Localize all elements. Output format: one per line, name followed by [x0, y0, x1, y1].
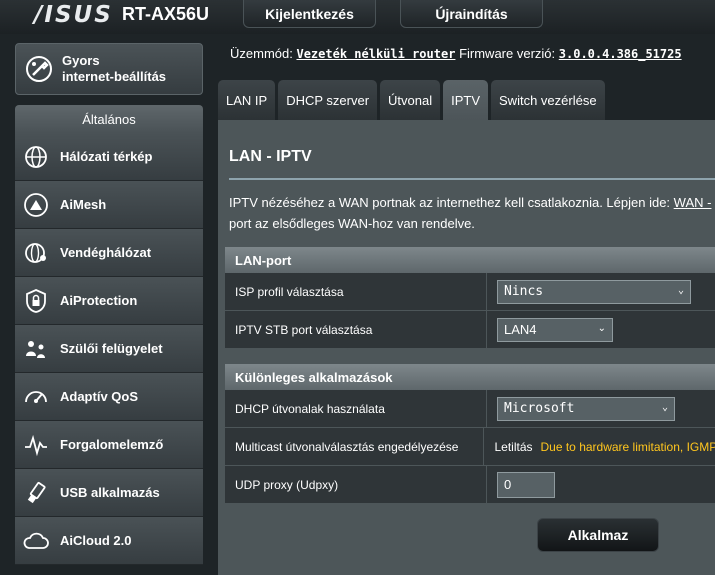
udp-proxy-row: UDP proxy (Udpxy) 0 [225, 466, 715, 504]
dhcp-routes-select[interactable]: Microsoft ⌄ [497, 396, 675, 421]
wizard-wrench-icon [24, 54, 54, 84]
chevron-down-icon: ⌄ [661, 401, 668, 413]
sidebar-item-network-map[interactable]: Hálózati térkép [15, 133, 203, 181]
reboot-button[interactable]: Újraindítás [400, 0, 543, 28]
wan-link[interactable]: WAN - [674, 195, 712, 210]
sidebar-item-aicloud[interactable]: AiCloud 2.0 [15, 517, 203, 565]
quick-setup-label: Gyors internet-beállítás [62, 53, 167, 84]
top-bar: /ISUS RT-AX56U Kijelentkezés Újraindítás [0, 0, 715, 34]
udp-proxy-label: UDP proxy (Udpxy) [225, 466, 487, 503]
mode-label: Üzemmód: [230, 46, 293, 61]
stb-port-row: IPTV STB port választása LAN4 ⌄ [225, 311, 715, 349]
isp-profile-label: ISP profil választása [225, 273, 487, 310]
tab-dhcp-server[interactable]: DHCP szerver [278, 80, 378, 120]
traffic-analyzer-icon [21, 430, 51, 460]
sidebar-item-usb-application[interactable]: USB alkalmazás [15, 469, 203, 517]
usb-icon [21, 478, 51, 508]
cloud-icon [21, 526, 51, 556]
page-title: LAN - IPTV [229, 148, 312, 165]
sidebar-item-guest-network[interactable]: Vendéghálózat [15, 229, 203, 277]
guest-network-icon [21, 238, 51, 268]
sidebar-item-traffic-analyzer[interactable]: Forgalomelemző [15, 421, 203, 469]
lan-tabs: LAN IP DHCP szerver Útvonal IPTV Switch … [218, 80, 608, 120]
sidebar-item-parental-control[interactable]: Szülői felügyelet [15, 325, 203, 373]
multicast-routing-row: Multicast útvonalválasztás engedélyezése… [225, 428, 715, 466]
firmware-version-link[interactable]: 3.0.0.4.386_51725 [559, 47, 682, 61]
logout-button[interactable]: Kijelentkezés [243, 0, 376, 28]
quick-internet-setup-button[interactable]: Gyors internet-beállítás [15, 43, 203, 95]
isp-profile-select[interactable]: Nincs ⌄ [497, 279, 691, 304]
model-name: RT-AX56U [122, 4, 210, 24]
multicast-status: Letiltás [494, 439, 533, 454]
dhcp-routes-label: DHCP útvonalak használata [225, 390, 487, 427]
sidebar-menu: Hálózati térkép AiMesh Vendéghálózat AiP… [15, 133, 203, 565]
sidebar-item-aiprotection[interactable]: AiProtection [15, 277, 203, 325]
tab-iptv[interactable]: IPTV [443, 80, 489, 120]
shield-lock-icon [21, 286, 51, 316]
tab-route[interactable]: Útvonal [380, 80, 441, 120]
parental-control-icon [21, 334, 51, 364]
dhcp-routes-row: DHCP útvonalak használata Microsoft ⌄ [225, 390, 715, 428]
sidebar-item-aimesh[interactable]: AiMesh [15, 181, 203, 229]
mode-value-link[interactable]: Vezeték nélküli router [296, 47, 455, 61]
tab-lan-ip[interactable]: LAN IP [218, 80, 276, 120]
chevron-down-icon: ⌄ [677, 284, 684, 296]
stb-port-label: IPTV STB port választása [225, 311, 487, 348]
iptv-content-panel: LAN - IPTV IPTV nézéséhez a WAN portnak … [218, 120, 715, 575]
globe-network-icon [21, 142, 51, 172]
special-apps-section-header: Különleges alkalmazások [225, 364, 715, 390]
asus-logo: /ISUS [34, 2, 113, 28]
udp-proxy-input[interactable]: 0 [497, 471, 555, 498]
sidebar-item-adaptive-qos[interactable]: Adaptív QoS [15, 373, 203, 421]
general-section-header: Általános [15, 105, 203, 133]
chevron-down-icon: ⌄ [597, 322, 606, 334]
hardware-limitation-warning: Due to hardware limitation, IGMP [540, 439, 715, 454]
iptv-description: IPTV nézéséhez a WAN portnak az internet… [229, 195, 712, 231]
title-divider [229, 178, 715, 180]
stb-port-select[interactable]: LAN4 ⌄ [497, 317, 613, 342]
aimesh-icon [21, 190, 51, 220]
firmware-label: Firmware verzió: [459, 46, 556, 61]
speedometer-icon [21, 382, 51, 412]
isp-profile-row: ISP profil választása Nincs ⌄ [225, 273, 715, 311]
apply-button[interactable]: Alkalmaz [537, 518, 659, 552]
multicast-routing-label: Multicast útvonalválasztás engedélyezése [225, 428, 485, 465]
tab-switch-control[interactable]: Switch vezérlése [491, 80, 605, 120]
lan-port-section-header: LAN-port [225, 247, 715, 273]
status-line: Üzemmód: Vezeték nélküli router Firmware… [230, 46, 682, 61]
